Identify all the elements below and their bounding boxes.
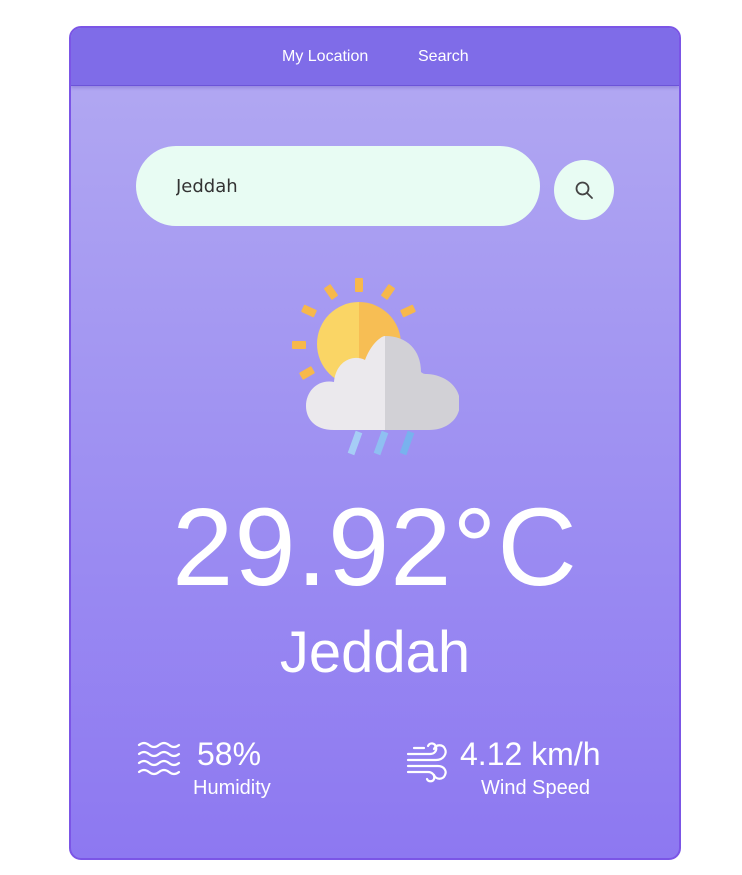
wind-icon bbox=[406, 742, 447, 783]
waves-icon bbox=[137, 741, 181, 776]
wind-speed-value: 4.12 km/h bbox=[460, 736, 601, 772]
nav-search-link[interactable]: Search bbox=[418, 48, 469, 66]
humidity-label: Humidity bbox=[193, 777, 271, 799]
nav-my-location-link[interactable]: My Location bbox=[282, 48, 368, 66]
search-icon bbox=[575, 181, 593, 199]
temperature-display: 29.92°C bbox=[172, 486, 578, 609]
city-search-input[interactable] bbox=[136, 146, 540, 226]
search-button[interactable] bbox=[554, 160, 614, 220]
navbar: My Location Search bbox=[71, 28, 679, 86]
city-name: Jeddah bbox=[279, 620, 471, 685]
humidity-value: 58% bbox=[197, 736, 262, 772]
weather-card: My Location Search Jeddah 29.92°C Jeddah… bbox=[69, 26, 681, 860]
sun-cloud-rain-icon bbox=[292, 278, 459, 456]
wind-speed-label: Wind Speed bbox=[481, 777, 590, 799]
